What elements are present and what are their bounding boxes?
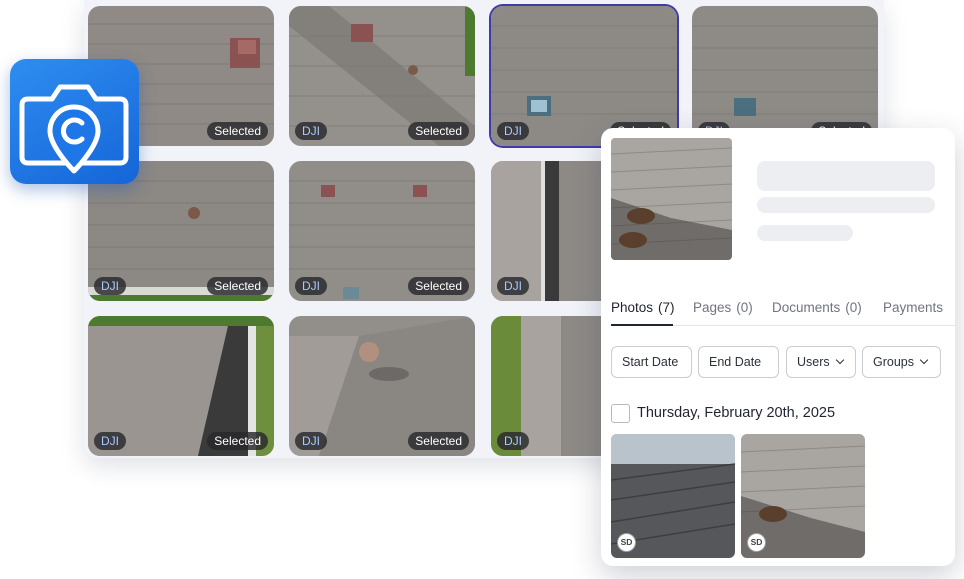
chevron-down-icon: [919, 355, 929, 365]
tab-bar: Photos (7) Pages (0) Documents (0) Payments: [611, 296, 955, 326]
grid-photo-tile[interactable]: DJI Selected: [88, 316, 274, 456]
selected-badge: Selected: [207, 277, 268, 295]
job-photo[interactable]: SD: [741, 434, 865, 558]
dji-badge: DJI: [497, 277, 529, 295]
tab-photos[interactable]: Photos (7): [611, 300, 675, 315]
dji-badge: DJI: [295, 432, 327, 450]
dji-badge: DJI: [295, 277, 327, 295]
camera-location-pin-icon: [19, 84, 129, 174]
selected-badge: Selected: [207, 122, 268, 140]
user-avatar: SD: [617, 533, 636, 552]
dji-badge: DJI: [497, 122, 529, 140]
date-group-label: Thursday, February 20th, 2025: [637, 405, 836, 421]
selected-badge: Selected: [408, 277, 469, 295]
selected-badge: Selected: [207, 432, 268, 450]
dji-badge: DJI: [94, 277, 126, 295]
grid-photo-tile[interactable]: DJI Selected: [692, 6, 878, 146]
subtitle-skeleton: [757, 197, 935, 213]
tab-documents[interactable]: Documents (0): [772, 300, 862, 315]
tab-pages[interactable]: Pages (0): [693, 300, 753, 315]
select-date-group-checkbox[interactable]: [611, 404, 630, 423]
selected-badge: Selected: [408, 432, 469, 450]
users-filter[interactable]: Users: [786, 346, 856, 378]
chevron-down-icon: [835, 355, 844, 365]
grid-photo-tile[interactable]: DJI Selected: [289, 316, 475, 456]
groups-filter[interactable]: Groups: [862, 346, 941, 378]
title-skeleton: [757, 161, 935, 191]
grid-photo-tile-active[interactable]: DJI Selected: [491, 6, 677, 146]
dji-badge: DJI: [94, 432, 126, 450]
dji-badge: DJI: [295, 122, 327, 140]
start-date-filter[interactable]: Start Date: [611, 346, 692, 378]
job-photo[interactable]: SD: [611, 434, 735, 558]
grid-photo-tile[interactable]: DJI Selected: [289, 161, 475, 301]
app-camera-icon: [10, 59, 139, 184]
job-detail-panel: Photos (7) Pages (0) Documents (0) Payments…: [601, 128, 955, 566]
selected-badge: Selected: [408, 122, 469, 140]
active-tab-indicator: [611, 324, 673, 326]
roof-photo: [611, 138, 732, 260]
tab-payments[interactable]: Payments: [883, 300, 943, 315]
user-avatar: SD: [747, 533, 766, 552]
job-cover-photo[interactable]: [611, 138, 732, 260]
end-date-filter[interactable]: End Date: [698, 346, 779, 378]
dji-badge: DJI: [497, 432, 529, 450]
grid-photo-tile[interactable]: DJI Selected: [289, 6, 475, 146]
marketing-composite: Selected DJI Selected DJI DJI Selected D…: [0, 0, 964, 579]
meta-skeleton: [757, 225, 853, 241]
